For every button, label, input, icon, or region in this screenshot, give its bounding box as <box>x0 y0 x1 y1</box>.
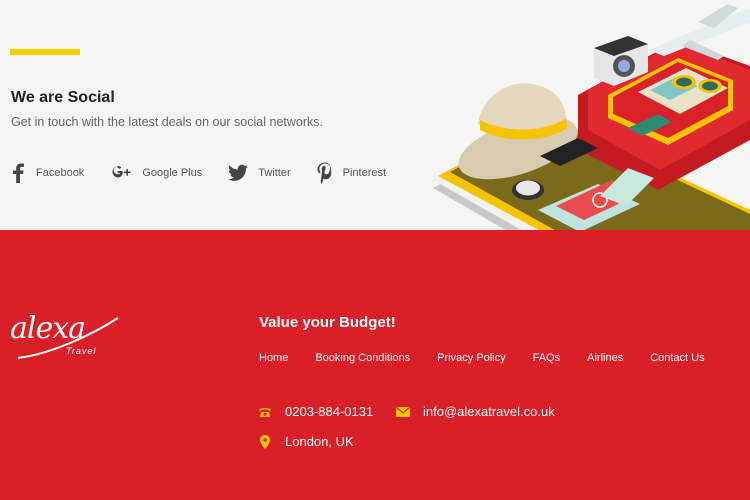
envelope-icon <box>396 405 410 419</box>
footer-link-faqs[interactable]: FAQs <box>533 352 561 364</box>
phone-icon <box>258 405 272 419</box>
google-plus-link[interactable]: Google Plus <box>110 163 202 183</box>
twitter-link[interactable]: Twitter <box>228 164 291 182</box>
footer-link-booking-conditions[interactable]: Booking Conditions <box>315 352 410 364</box>
facebook-icon <box>10 163 26 183</box>
footer-link-home[interactable]: Home <box>259 352 288 364</box>
footer-nav: Home Booking Conditions Privacy Policy F… <box>259 352 732 364</box>
twitter-label: Twitter <box>258 167 291 179</box>
map-pin-icon <box>258 434 272 449</box>
facebook-link[interactable]: Facebook <box>10 163 84 183</box>
email-address: info@alexatravel.co.uk <box>423 404 555 419</box>
pinterest-link[interactable]: Pinterest <box>317 162 386 184</box>
pinterest-label: Pinterest <box>342 167 387 179</box>
footer: alexa Travel Value your Budget! Home Boo… <box>0 230 750 500</box>
facebook-label: Facebook <box>36 167 85 179</box>
social-title: We are Social <box>11 89 115 106</box>
contact-address: London, UK <box>258 434 354 449</box>
footer-link-contact-us[interactable]: Contact Us <box>650 352 704 364</box>
footer-link-privacy-policy[interactable]: Privacy Policy <box>437 352 505 364</box>
logo-subtitle: Travel <box>66 346 97 356</box>
google-plus-icon <box>110 163 132 183</box>
logo-wordmark: alexa <box>10 311 86 346</box>
alexa-travel-logo[interactable]: alexa Travel <box>10 314 122 362</box>
address-text: London, UK <box>285 434 354 449</box>
contact-phone[interactable]: 0203-884-0131 <box>258 404 373 419</box>
pinterest-icon <box>317 162 333 184</box>
social-subtitle: Get in touch with the latest deals on ou… <box>11 115 323 129</box>
twitter-icon <box>228 164 249 182</box>
phone-number: 0203-884-0131 <box>285 404 374 419</box>
google-plus-label: Google Plus <box>142 167 203 179</box>
contact-email[interactable]: info@alexatravel.co.uk <box>396 404 555 419</box>
footer-link-airlines[interactable]: Airlines <box>587 352 623 364</box>
social-links: Facebook Google Plus Twitter Pinterest <box>10 161 412 185</box>
accent-bar <box>10 49 80 55</box>
footer-tagline: Value your Budget! <box>259 314 396 331</box>
